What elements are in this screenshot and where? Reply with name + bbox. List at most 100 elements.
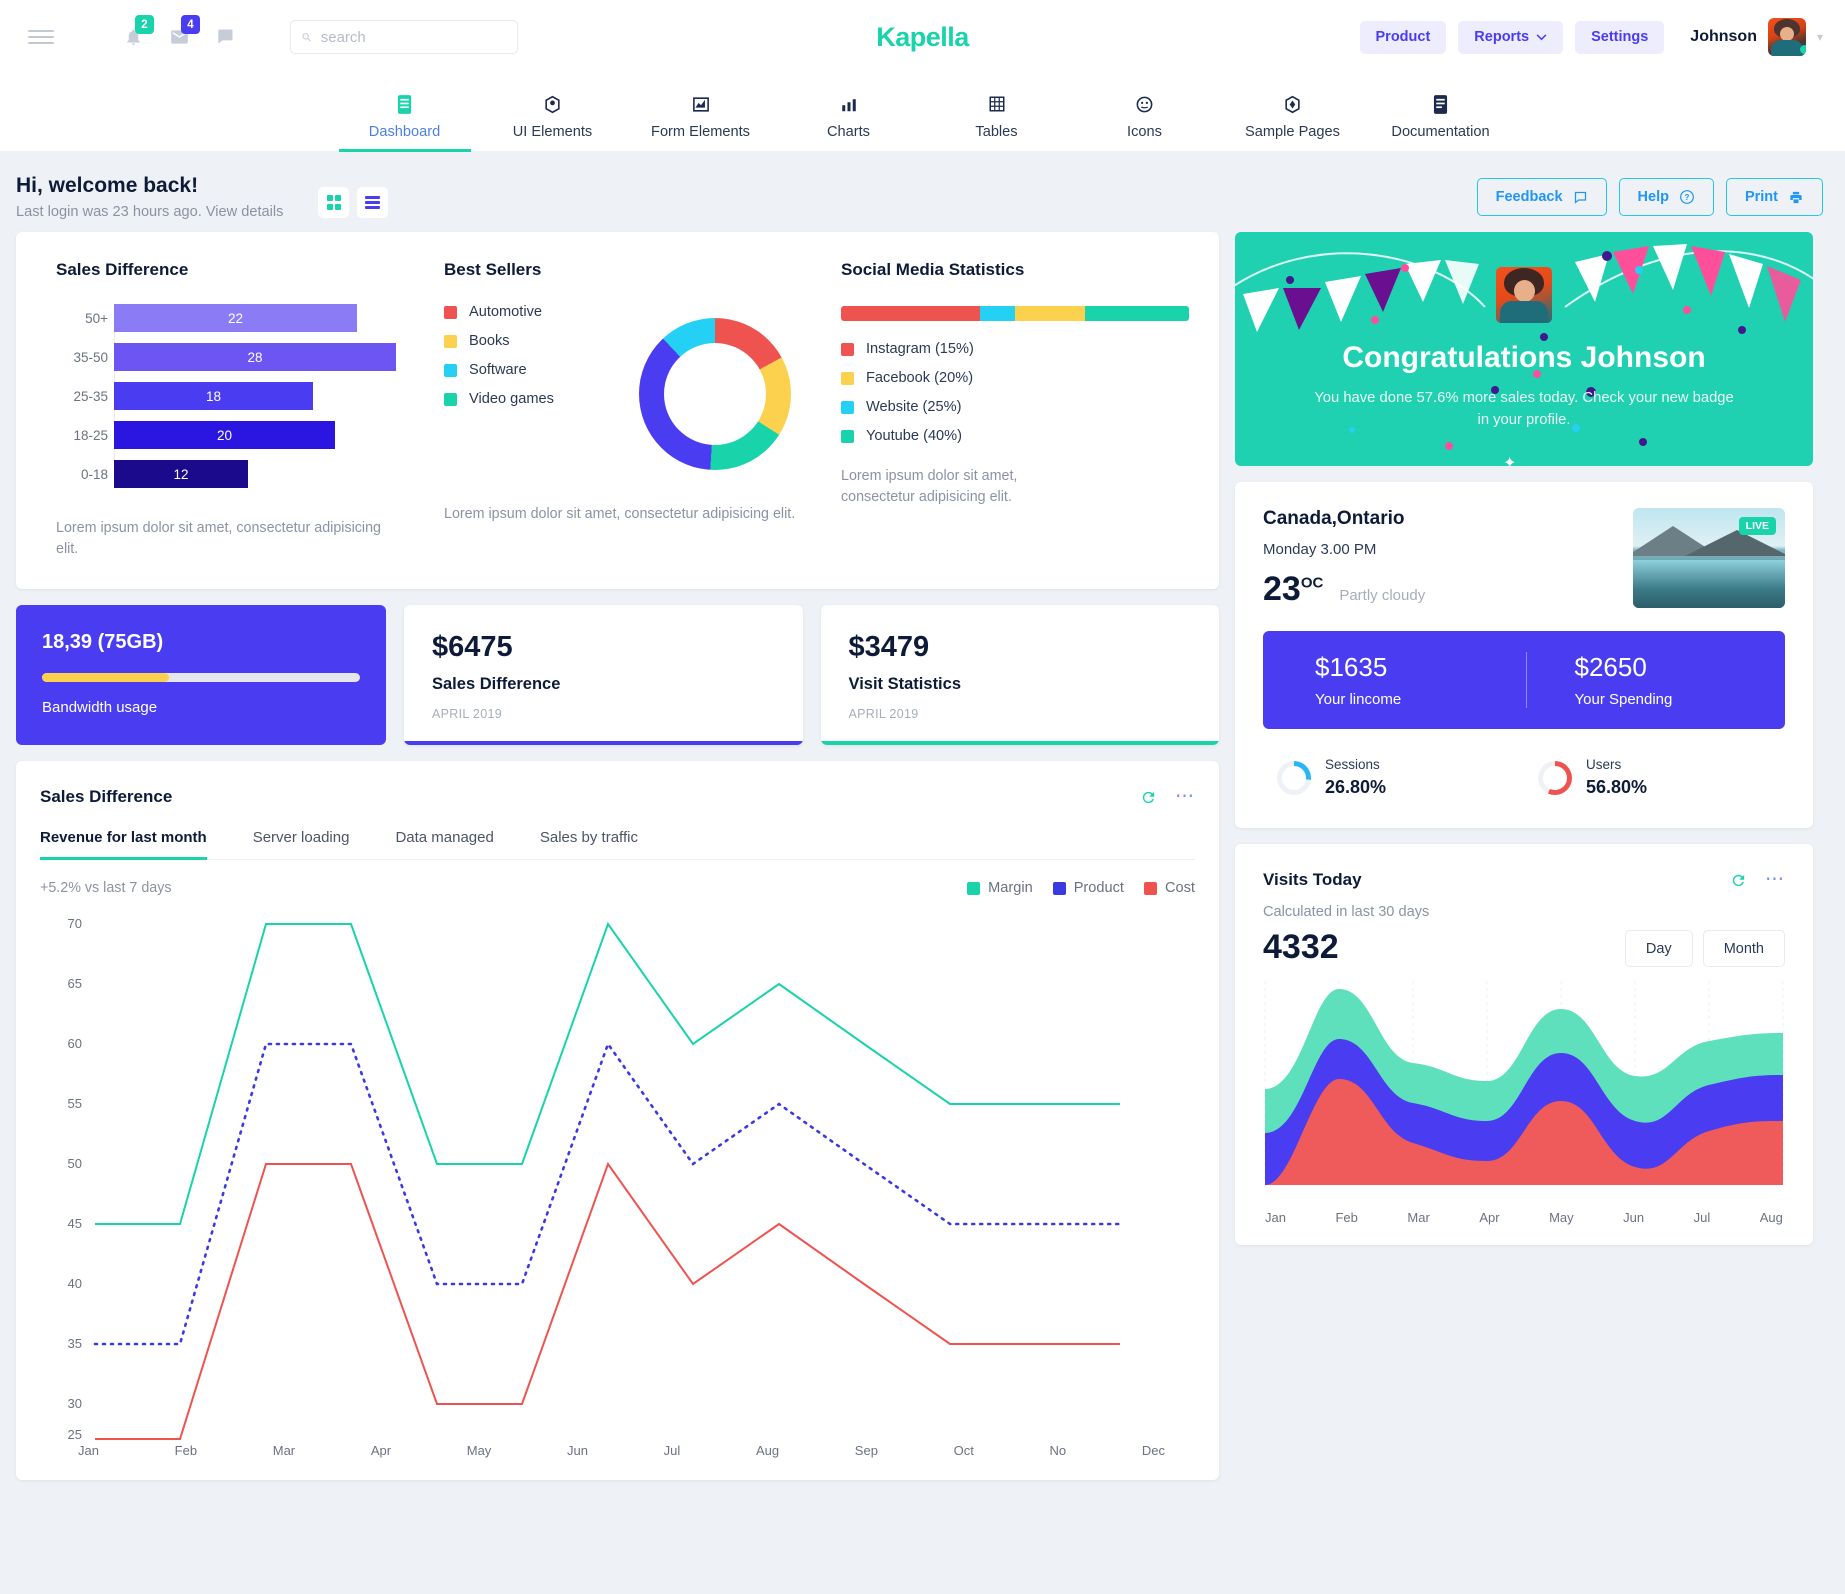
money-panel: $1635 Your lincome $2650 Your Spending — [1263, 631, 1785, 729]
legend-label: Cost — [1164, 880, 1195, 897]
best-sellers-title: Best Sellers — [444, 260, 542, 279]
congratulations-card: ✦ Congratulations Johnson You have done … — [1235, 232, 1813, 466]
congrats-avatar — [1496, 266, 1552, 323]
nav-item-ui-elements[interactable]: UI Elements — [479, 74, 627, 151]
live-badge: LIVE — [1738, 517, 1776, 535]
stat-date: APRIL 2019 — [848, 707, 919, 722]
notifications-bell-icon[interactable]: 2 — [120, 15, 154, 51]
x-tick: Jul — [663, 1443, 681, 1459]
feedback-button[interactable]: Feedback — [1476, 178, 1607, 216]
menu-toggle-icon[interactable] — [28, 26, 54, 48]
reports-button[interactable]: Reports — [1458, 20, 1564, 54]
visits-tools: ⋯ — [1730, 870, 1785, 889]
sessions-ring — [1277, 760, 1311, 795]
ring-stats: Sessions 26.80% Users 56.80% — [1263, 757, 1785, 798]
nav-item-documentation[interactable]: Documentation — [1367, 74, 1515, 151]
month-button[interactable]: Month — [1702, 930, 1785, 967]
bar-value: 22 — [114, 304, 357, 332]
dashboard-page: 2 4 Kapella Product Reports Se — [0, 0, 1845, 1594]
legend-item: Product — [1052, 880, 1124, 896]
header-icon-group: 2 4 — [120, 15, 238, 51]
nav-item-form-elements[interactable]: Form Elements — [627, 74, 775, 151]
users-stat: Users 56.80% — [1524, 757, 1785, 798]
tab-revenue-for-last-month[interactable]: Revenue for last month — [40, 829, 225, 861]
tab-server-loading[interactable]: Server loading — [253, 829, 368, 859]
svg-text:60: 60 — [68, 1036, 82, 1051]
visits-subtitle: Calculated in last 30 days — [1263, 904, 1430, 920]
page-title: Hi, welcome back! — [16, 174, 199, 197]
refresh-icon[interactable] — [1140, 789, 1157, 806]
social-media-stacked-bar — [841, 306, 1189, 321]
help-button[interactable]: Help ? — [1618, 178, 1714, 216]
social-media-title: Social Media Statistics — [841, 260, 1025, 279]
temp-value: 23 — [1263, 570, 1301, 608]
social-media-legend: Instagram (15%) Facebook (20%) Website (… — [841, 341, 1189, 444]
chat-icon[interactable] — [212, 23, 238, 51]
legend-item: Books — [444, 333, 609, 349]
chevron-down-icon[interactable]: ▾ — [1817, 30, 1823, 44]
x-tick: Jun — [567, 1443, 588, 1459]
day-button[interactable]: Day — [1624, 930, 1693, 967]
page-actions: Feedback Help ? Print — [1476, 178, 1823, 216]
nav-label: Sample Pages — [1245, 123, 1340, 140]
refresh-icon[interactable] — [1730, 872, 1747, 889]
sample-pages-icon — [1283, 94, 1302, 115]
weather-temp-row: 23OC Partly cloudy — [1263, 570, 1425, 609]
more-options-icon[interactable]: ⋯ — [1765, 870, 1785, 889]
visit-statistics-stat-card: $3479 Visit Statistics APRIL 2019 — [820, 605, 1219, 746]
nav-item-charts[interactable]: Charts — [775, 74, 923, 151]
messages-envelope-icon[interactable]: 4 — [166, 15, 200, 51]
nav-item-sample-pages[interactable]: Sample Pages — [1219, 74, 1367, 151]
x-tick: Mar — [272, 1443, 296, 1459]
visits-today-card: Visits Today ⋯ Calculated in last 30 day… — [1235, 844, 1813, 1245]
product-button[interactable]: Product — [1359, 20, 1447, 54]
legend-swatch — [444, 334, 457, 348]
printer-icon — [1790, 191, 1802, 203]
x-tick: Sep — [854, 1443, 878, 1459]
svg-text:70: 70 — [68, 916, 82, 931]
legend-item: Facebook (20%) — [841, 370, 1189, 386]
tab-data-managed[interactable]: Data managed — [395, 829, 511, 859]
x-tick: Apr — [1479, 1210, 1500, 1225]
stat-amount: $3479 — [848, 631, 930, 664]
stat-amount: $6475 — [432, 631, 513, 664]
user-menu[interactable]: Johnson ▾ — [1690, 18, 1823, 56]
dashboard-icon — [397, 94, 412, 115]
best-sellers-note: Lorem ipsum dolor sit amet, consectetur … — [444, 506, 796, 522]
income-label: Your lincome — [1315, 691, 1402, 708]
grid-view-button[interactable] — [318, 187, 350, 218]
last-login-text: Last login was 23 hours ago. View detail… — [16, 204, 284, 220]
income-block: $1635 Your lincome — [1263, 652, 1526, 708]
nav-label: Tables — [975, 123, 1018, 140]
bar-label: 25-35 — [73, 388, 108, 404]
nav-item-tables[interactable]: Tables — [923, 74, 1071, 151]
x-tick: Jul — [1693, 1210, 1711, 1225]
donut-chart — [639, 318, 791, 470]
nav-item-dashboard[interactable]: Dashboard — [331, 74, 479, 152]
svg-text:?: ? — [1685, 193, 1690, 202]
nav-label: Charts — [827, 123, 870, 140]
tables-icon — [988, 94, 1006, 115]
list-view-button[interactable] — [357, 187, 389, 218]
visits-title: Visits Today — [1263, 870, 1362, 889]
legend-label: Facebook (20%) — [866, 370, 974, 386]
visits-range-buttons: Day Month — [1624, 930, 1785, 967]
bandwidth-progress — [42, 673, 360, 683]
legend-label: Software — [469, 362, 527, 378]
weather-description: Partly cloudy — [1339, 587, 1426, 604]
more-options-icon[interactable]: ⋯ — [1175, 787, 1195, 806]
x-tick: Jan — [1265, 1210, 1286, 1225]
search-input[interactable] — [320, 28, 507, 46]
print-button[interactable]: Print — [1725, 178, 1823, 216]
bar-row: 0-18 12 — [81, 460, 396, 488]
nav-item-icons[interactable]: Icons — [1071, 74, 1219, 151]
legend-swatch — [444, 363, 457, 377]
sales-chart-tabs: Revenue for last month Server loading Da… — [40, 829, 1195, 861]
question-circle-icon: ? — [1680, 190, 1694, 204]
x-tick: Mar — [1407, 1210, 1430, 1225]
search-box[interactable] — [290, 20, 518, 54]
x-tick: Aug — [1759, 1210, 1783, 1225]
tab-sales-by-traffic[interactable]: Sales by traffic — [540, 829, 656, 859]
users-value: 56.80% — [1586, 777, 1648, 797]
settings-button[interactable]: Settings — [1575, 20, 1665, 54]
